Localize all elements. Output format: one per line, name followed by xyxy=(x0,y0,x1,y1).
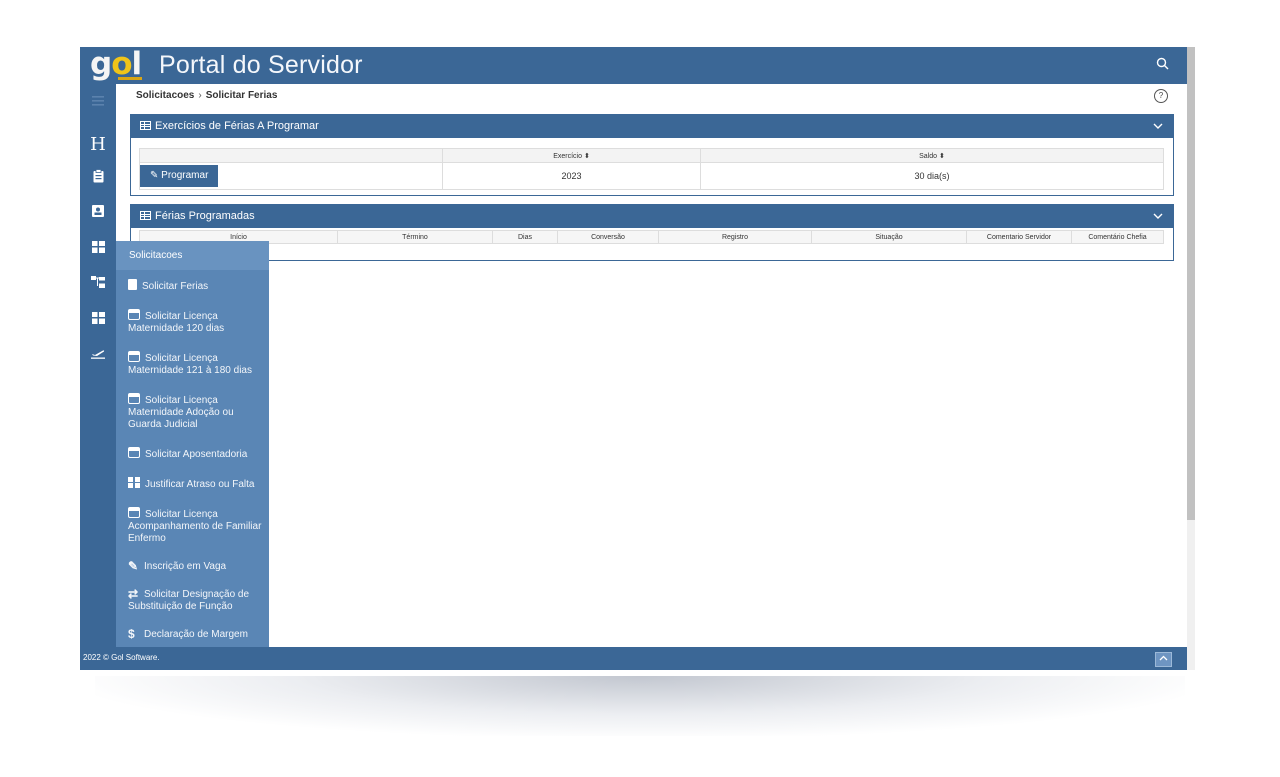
column-header-exercicio[interactable]: Exercício ⬍ xyxy=(442,148,701,163)
table-header-row: Início Término Dias Conversão Registro S… xyxy=(139,230,1164,244)
column-header-registro[interactable]: Registro xyxy=(658,230,812,244)
letter-h-icon[interactable]: H xyxy=(80,132,116,156)
menu-icon[interactable] xyxy=(80,89,116,113)
table-icon xyxy=(140,121,151,130)
scrollbar-thumb[interactable] xyxy=(1187,47,1195,520)
app-title: Portal do Servidor xyxy=(159,51,363,79)
top-header: gol Portal do Servidor xyxy=(80,47,1187,84)
ferias-programadas-table: Início Término Dias Conversão Registro S… xyxy=(139,230,1164,244)
exercicio-cell: 2023 xyxy=(442,162,701,190)
edit-icon: ✎ xyxy=(150,170,159,181)
breadcrumb-current: Solicitar Ferias xyxy=(205,90,278,101)
clipboard-icon[interactable] xyxy=(80,164,116,188)
calendar-icon xyxy=(128,309,140,320)
submenu-item-designacao-substituicao[interactable]: ⇄ Solicitar Designação de Substituição de… xyxy=(116,587,269,613)
saldo-cell: 30 dia(s) xyxy=(700,162,1164,190)
search-icon[interactable] xyxy=(1152,56,1172,76)
column-header-dias[interactable]: Dias xyxy=(492,230,558,244)
column-header-comentario-servidor[interactable]: Comentario Servidor xyxy=(966,230,1072,244)
submenu-title[interactable]: Solicitacoes xyxy=(116,241,269,270)
chevron-up-icon xyxy=(1159,655,1168,661)
sitemap-icon[interactable] xyxy=(80,270,116,294)
panel-ferias-programadas: Férias Programadas Início Término Dias C… xyxy=(130,204,1174,261)
calendar-icon xyxy=(128,351,140,362)
submenu-item-inscricao-em-vaga[interactable]: ✎ Inscrição em Vaga xyxy=(116,559,269,573)
panel-header[interactable]: Férias Programadas xyxy=(131,205,1173,228)
action-cell: ✎ Programar xyxy=(139,162,443,190)
table-icon xyxy=(140,211,151,220)
submenu-item-licenca-maternidade-121-180[interactable]: Solicitar Licença Maternidade 121 à 180 … xyxy=(116,351,269,377)
gol-logo[interactable]: gol xyxy=(90,48,154,82)
column-header-situacao[interactable]: Situação xyxy=(811,230,967,244)
breadcrumb-parent[interactable]: Solicitacoes xyxy=(136,90,194,101)
dollar-icon: $ xyxy=(128,627,135,641)
dashboard-icon[interactable] xyxy=(80,306,116,330)
back-to-top-button[interactable] xyxy=(1155,652,1172,667)
column-header-saldo[interactable]: Saldo ⬍ xyxy=(700,148,1164,163)
column-header-conversao[interactable]: Conversão xyxy=(557,230,659,244)
exercicios-table: Exercício ⬍ Saldo ⬍ ✎ Programar 2023 30 … xyxy=(139,148,1164,190)
table-header-row: Exercício ⬍ Saldo ⬍ xyxy=(139,148,1164,163)
column-header-comentario-chefia[interactable]: Comentário Chefia xyxy=(1071,230,1164,244)
submenu-item-licenca-maternidade-120[interactable]: Solicitar Licença Maternidade 120 dias xyxy=(116,309,269,335)
dashboard-icon xyxy=(128,477,140,488)
panel-title: Exercícios de Férias A Programar xyxy=(155,120,319,132)
breadcrumb: Solicitacoes › Solicitar Ferias xyxy=(136,90,277,101)
programar-button[interactable]: ✎ Programar xyxy=(140,165,219,187)
table-row: ✎ Programar 2023 30 dia(s) xyxy=(139,162,1164,190)
footer: 2022 © Gol Software. xyxy=(80,647,1187,670)
id-card-icon[interactable] xyxy=(80,199,116,223)
airplane-departure-icon[interactable] xyxy=(80,341,116,365)
sort-icon: ⬍ xyxy=(583,152,590,160)
copyright-text: 2022 © Gol Software. xyxy=(83,653,160,662)
column-header-termino[interactable]: Término xyxy=(337,230,493,244)
app-window: gol Portal do Servidor H Solicitacoes › … xyxy=(80,47,1195,670)
calendar-icon xyxy=(128,507,140,518)
dashboard-icon[interactable] xyxy=(80,235,116,259)
breadcrumb-separator: › xyxy=(198,90,202,101)
panel-title: Férias Programadas xyxy=(155,210,255,222)
document-icon xyxy=(128,279,137,290)
column-header xyxy=(139,148,443,163)
submenu-item-licenca-familiar-enfermo[interactable]: Solicitar Licença Acompanhamento de Fami… xyxy=(116,507,269,545)
pencil-icon: ✎ xyxy=(128,559,139,573)
help-icon[interactable]: ? xyxy=(1154,89,1168,103)
solicitacoes-submenu: Solicitacoes Solicitar Ferias Solicitar … xyxy=(116,241,269,651)
submenu-item-justificar-atraso[interactable]: Justificar Atraso ou Falta xyxy=(116,477,269,491)
calendar-icon xyxy=(128,447,140,458)
panel-header[interactable]: Exercícios de Férias A Programar xyxy=(131,115,1173,138)
submenu-item-licenca-maternidade-adocao[interactable]: Solicitar Licença Maternidade Adoção ou … xyxy=(116,393,269,431)
exchange-icon: ⇄ xyxy=(128,587,139,601)
sort-icon: ⬍ xyxy=(938,152,945,160)
calendar-icon xyxy=(128,393,140,404)
chevron-down-icon[interactable] xyxy=(1153,115,1163,138)
panel-exercicios-a-programar: Exercícios de Férias A Programar Exercíc… xyxy=(130,114,1174,196)
icon-rail: H xyxy=(80,84,116,647)
window-shadow xyxy=(95,676,1185,736)
submenu-item-declaracao-margem[interactable]: $ Declaração de Margem xyxy=(116,627,269,641)
submenu-item-solicitar-aposentadoria[interactable]: Solicitar Aposentadoria xyxy=(116,447,269,461)
chevron-down-icon[interactable] xyxy=(1153,205,1163,228)
submenu-item-solicitar-ferias[interactable]: Solicitar Ferias xyxy=(116,279,269,293)
